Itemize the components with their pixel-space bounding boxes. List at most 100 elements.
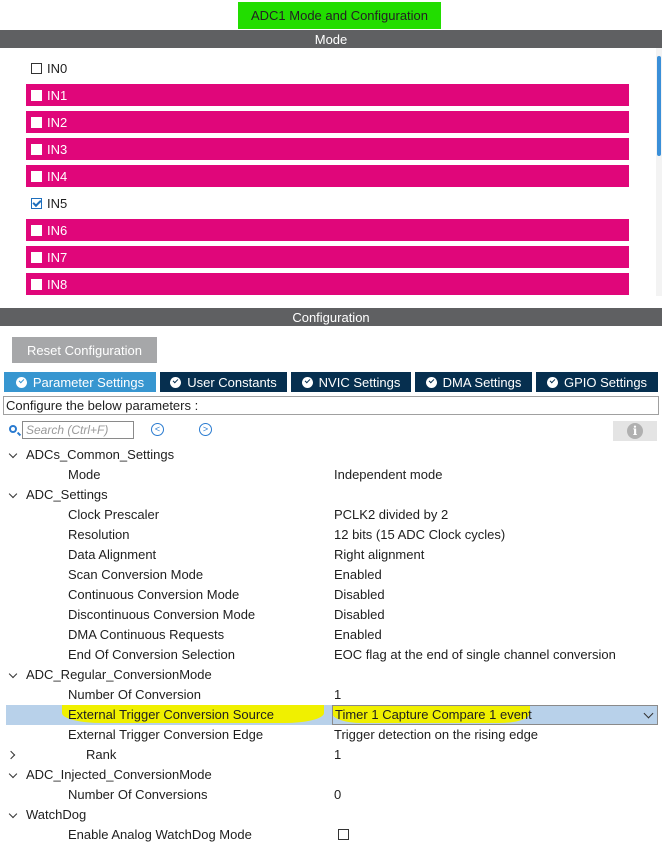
tree-param-row[interactable]: Number Of Conversions 0	[0, 785, 662, 805]
tree-value: Independent mode	[334, 467, 443, 482]
search-icon	[9, 425, 17, 433]
tab-nvic-settings[interactable]: NVIC Settings	[291, 372, 411, 392]
tree-label: Number Of Conversions	[68, 787, 208, 802]
tree-group-row[interactable]: WatchDog	[0, 805, 662, 825]
tree-param-row[interactable]: DMA Continuous Requests Enabled	[0, 625, 662, 645]
tree-value: Enabled	[334, 627, 382, 642]
tree-param-row[interactable]: External Trigger Conversion Edge Trigger …	[0, 725, 662, 745]
search-previous-icon[interactable]: <	[151, 423, 164, 436]
tree-label: Resolution	[68, 527, 130, 542]
tree-value: Trigger detection on the rising edge	[334, 727, 539, 742]
channel-checkbox[interactable]	[31, 116, 42, 128]
tree-param-row[interactable]: Discontinuous Conversion Mode Disabled	[0, 605, 662, 625]
mode-channel-row[interactable]: IN3	[26, 138, 629, 160]
channel-label: IN0	[47, 60, 68, 76]
tree-param-row[interactable]: Scan Conversion Mode Enabled	[0, 565, 662, 585]
mode-section-header: Mode	[0, 30, 662, 48]
tree-value: Right alignment	[334, 547, 425, 562]
search-row: < > i	[0, 420, 662, 442]
tab-user-constants[interactable]: User Constants	[160, 372, 287, 392]
search-input[interactable]	[22, 421, 134, 439]
tree-group-row[interactable]: ADC_Injected_ConversionMode	[0, 765, 662, 785]
check-circle-icon	[15, 376, 27, 388]
tree-group-row[interactable]: ADCs_Common_Settings	[0, 445, 662, 465]
check-circle-icon	[425, 376, 437, 388]
tree-param-row[interactable]: Enable Analog WatchDog Mode	[0, 825, 662, 845]
configure-hint: Configure the below parameters :	[3, 396, 659, 415]
tree-value: 0	[334, 787, 342, 802]
chevron-down-icon[interactable]	[8, 449, 18, 459]
tree-param-row[interactable]: End Of Conversion Selection EOC flag at t…	[0, 645, 662, 665]
tree-label: End Of Conversion Selection	[68, 647, 235, 662]
channel-checkbox[interactable]	[31, 278, 42, 290]
channel-checkbox[interactable]	[31, 197, 42, 209]
chevron-down-icon[interactable]	[643, 708, 654, 719]
tab-label: GPIO Settings	[563, 374, 648, 390]
search-next-icon[interactable]: >	[199, 423, 212, 436]
tree-param-row[interactable]: Continuous Conversion Mode Disabled	[0, 585, 662, 605]
chevron-down-icon[interactable]	[8, 809, 18, 819]
info-button[interactable]: i	[613, 421, 657, 441]
watchdog-checkbox[interactable]	[338, 829, 349, 840]
tree-value: 1	[334, 687, 342, 702]
tree-group-row[interactable]: ADC_Settings	[0, 485, 662, 505]
chevron-down-icon[interactable]	[8, 669, 18, 679]
mode-channel-row[interactable]: IN7	[26, 246, 629, 268]
tree-label: DMA Continuous Requests	[68, 627, 225, 642]
channel-label: IN7	[47, 249, 68, 265]
tree-param-row[interactable]: Data Alignment Right alignment	[0, 545, 662, 565]
tree-param-row[interactable]: External Trigger Conversion Source Timer …	[0, 705, 662, 725]
tree-label: External Trigger Conversion Edge	[68, 727, 264, 742]
tab-parameter-settings[interactable]: Parameter Settings	[4, 372, 156, 392]
tree-subgroup-row[interactable]: Rank 1	[0, 745, 662, 765]
mode-channel-row[interactable]: IN8	[26, 273, 629, 295]
chevron-down-icon[interactable]	[8, 769, 18, 779]
chevron-down-icon[interactable]	[8, 489, 18, 499]
tree-label: Scan Conversion Mode	[68, 567, 204, 582]
tree-value: 1	[334, 747, 342, 762]
channel-checkbox[interactable]	[31, 251, 42, 263]
mode-channel-row[interactable]: IN0	[26, 57, 629, 79]
tree-label: Enable Analog WatchDog Mode	[68, 827, 252, 842]
tree-param-row[interactable]: Mode Independent mode	[0, 465, 662, 485]
mode-channel-row[interactable]: IN5	[26, 192, 629, 214]
tab-dma-settings[interactable]: DMA Settings	[415, 372, 532, 392]
tree-label: ADC_Settings	[26, 487, 108, 502]
tree-param-row[interactable]: Clock Prescaler PCLK2 divided by 2	[0, 505, 662, 525]
channel-label: IN2	[47, 114, 68, 130]
tree-group-row[interactable]: ADC_Regular_ConversionMode	[0, 665, 662, 685]
reset-configuration-button[interactable]: Reset Configuration	[12, 337, 157, 363]
mode-channel-row[interactable]: IN1	[26, 84, 629, 106]
channel-checkbox[interactable]	[31, 143, 42, 155]
channel-checkbox[interactable]	[31, 62, 42, 74]
tree-param-row[interactable]: Resolution 12 bits (15 ADC Clock cycles)	[0, 525, 662, 545]
config-tabs: Parameter Settings User Constants NVIC Set…	[4, 372, 658, 392]
mode-channel-row[interactable]: IN6	[26, 219, 629, 241]
tree-label: Mode	[68, 467, 101, 482]
tree-value: Timer 1 Capture Compare 1 event	[335, 707, 532, 722]
config-section-header: Configuration	[0, 308, 662, 326]
scrollbar-thumb[interactable]	[657, 56, 661, 156]
mode-channel-row[interactable]: IN2	[26, 111, 629, 133]
tab-label: DMA Settings	[442, 374, 522, 390]
channel-checkbox[interactable]	[31, 224, 42, 236]
mode-scrollbar[interactable]	[656, 48, 662, 296]
tree-label: WatchDog	[26, 807, 87, 822]
tree-label: ADC_Regular_ConversionMode	[26, 667, 212, 682]
tree-label: Rank	[86, 747, 117, 762]
channel-checkbox[interactable]	[31, 170, 42, 182]
channel-checkbox[interactable]	[31, 89, 42, 101]
tree-param-row[interactable]: Number Of Conversion 1	[0, 685, 662, 705]
tree-label: Discontinuous Conversion Mode	[68, 607, 256, 622]
mode-channel-row[interactable]: IN4	[26, 165, 629, 187]
tab-label: User Constants	[187, 374, 277, 390]
parameter-tree: ADCs_Common_Settings Mode Independent mode…	[0, 445, 662, 859]
tab-gpio-settings[interactable]: GPIO Settings	[536, 372, 658, 392]
tree-value: PCLK2 divided by 2	[334, 507, 449, 522]
info-icon: i	[627, 423, 643, 439]
check-circle-icon	[301, 376, 313, 388]
tree-label: Clock Prescaler	[68, 507, 160, 522]
tree-value: 12 bits (15 ADC Clock cycles)	[334, 527, 506, 542]
tree-label: Data Alignment	[68, 547, 157, 562]
chevron-right-icon[interactable]	[6, 750, 16, 760]
